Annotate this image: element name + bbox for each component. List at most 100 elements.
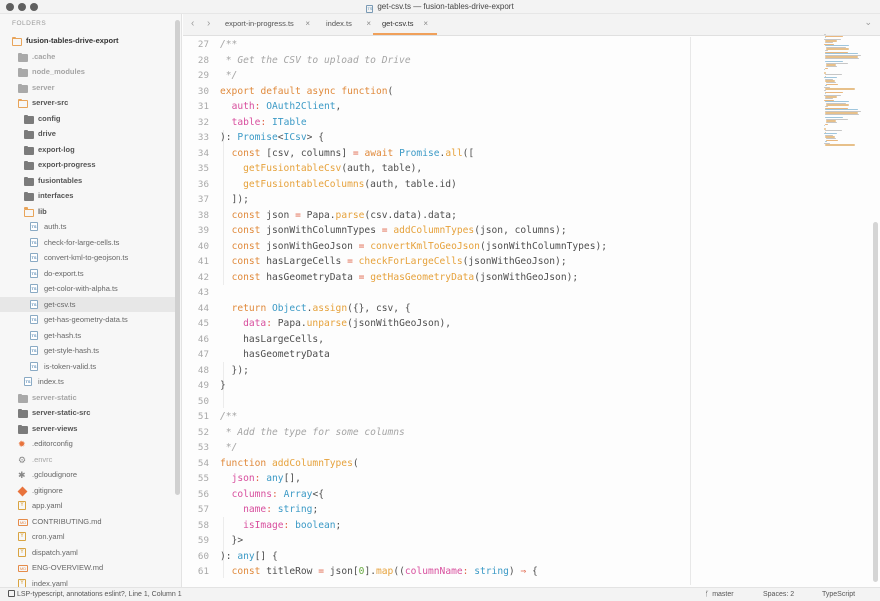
sidebar-file[interactable]: Ydispatch.yaml <box>0 545 175 561</box>
status-branch[interactable]: ᚶ master <box>705 588 734 601</box>
status-syntax[interactable]: TypeScript <box>822 588 855 601</box>
code-line[interactable]: }> <box>220 533 244 549</box>
sidebar-file[interactable]: TS get-has-geometry-data.ts <box>0 312 175 328</box>
sidebar-file[interactable]: MD CONTRIBUTING.md <box>0 514 175 530</box>
sidebar-item-label: convert-kml-to-geojson.ts <box>44 253 129 262</box>
sidebar-file[interactable]: Yapp.yaml <box>0 498 175 514</box>
sidebar-file[interactable]: Ycron.yaml <box>0 529 175 545</box>
code-token: * Get the CSV to upload to Drive <box>220 54 411 66</box>
sidebar-file[interactable]: ⚙ .envrc <box>0 452 175 468</box>
code-line[interactable]: export default async function( <box>220 84 393 100</box>
sidebar-folder[interactable]: server-static <box>0 390 175 406</box>
code-line[interactable]: const [csv, columns] = await Promise.all… <box>220 146 475 162</box>
sidebar-folder[interactable]: node_modules <box>0 64 175 80</box>
sidebar-folder[interactable]: server-static-src <box>0 405 175 421</box>
sidebar-folder[interactable]: fusion-tables-drive-export <box>0 33 175 49</box>
sidebar-folder[interactable]: interfaces <box>0 188 175 204</box>
code-line[interactable]: const titleRow = json[0].map((columnName… <box>220 564 538 580</box>
sidebar-folder[interactable]: lib <box>0 204 175 220</box>
sidebar-file[interactable]: Yindex.yaml <box>0 576 175 587</box>
typescript-file-icon: TS <box>30 268 38 278</box>
minimap-line <box>825 123 828 125</box>
minimap[interactable] <box>824 34 862 146</box>
code-line[interactable]: name: string; <box>220 502 318 518</box>
sidebar-file[interactable]: MD ENG-OVERVIEW.md <box>0 560 175 576</box>
code-line[interactable]: json: any[], <box>220 471 301 487</box>
status-indentation[interactable]: Spaces: 2 <box>763 588 794 601</box>
code-line[interactable]: const hasGeometryData = getHasGeometryDa… <box>220 270 579 286</box>
chevron-down-icon[interactable]: ⌄ <box>864 17 872 28</box>
code-line[interactable]: * Add the type for some columns <box>220 425 405 441</box>
code-line[interactable]: const hasLargeCells = checkForLargeCells… <box>220 254 567 270</box>
code-line[interactable]: const jsonWithColumnTypes = addColumnTyp… <box>220 223 567 239</box>
code-line[interactable]: hasGeometryData <box>220 347 330 363</box>
sidebar-file[interactable]: .gitignore <box>0 483 175 499</box>
code-line[interactable]: table: ITable <box>220 115 307 131</box>
sidebar-folder[interactable]: drive <box>0 126 175 142</box>
code-line[interactable]: */ <box>220 68 238 84</box>
code-line[interactable]: ): Promise<ICsv> { <box>220 130 324 146</box>
chevron-left-icon[interactable]: ‹ <box>191 18 194 29</box>
code-line[interactable]: return Object.assign({}, csv, { <box>220 301 411 317</box>
sidebar-file[interactable]: TS convert-kml-to-geojson.ts <box>0 250 175 266</box>
sidebar-file[interactable]: TS auth.ts <box>0 219 175 235</box>
close-icon[interactable]: × <box>366 14 371 33</box>
code-line[interactable]: hasLargeCells, <box>220 332 324 348</box>
code-line[interactable]: auth: OAuth2Client, <box>220 99 342 115</box>
chevron-right-icon[interactable]: › <box>207 18 210 29</box>
tab-get-csv[interactable]: get-csv.ts × <box>373 14 437 35</box>
line-number: 42 <box>197 271 209 283</box>
code-token: ; <box>335 519 342 531</box>
sidebar-file[interactable]: TS do-export.ts <box>0 266 175 282</box>
code-line[interactable]: /** <box>220 409 237 425</box>
code-line[interactable]: columns: Array<{ <box>220 487 324 503</box>
code-line[interactable]: } <box>220 378 226 394</box>
close-icon[interactable]: × <box>423 14 428 33</box>
gear-icon: ⚙ <box>18 454 27 465</box>
tab-export-in-progress[interactable]: export-in-progress.ts × <box>225 14 310 35</box>
code-line[interactable]: ): any[] { <box>220 549 278 565</box>
sidebar-folder[interactable]: fusiontables <box>0 173 175 189</box>
code-line[interactable]: getFusiontableColumns(auth, table.id) <box>220 177 457 193</box>
code-line[interactable]: }); <box>220 363 249 379</box>
code-line[interactable]: */ <box>220 440 238 456</box>
sidebar-folder[interactable]: export-progress <box>0 157 175 173</box>
sidebar-folder[interactable]: export-log <box>0 142 175 158</box>
code-token: , <box>335 101 342 112</box>
tab-bar: ‹ › export-in-progress.ts × index.ts × get… <box>183 14 880 36</box>
code-line[interactable]: function addColumnTypes( <box>220 456 359 472</box>
tab-index[interactable]: index.ts × <box>326 14 371 35</box>
sidebar-folder[interactable]: config <box>0 111 175 127</box>
sidebar-scrollbar[interactable] <box>175 20 180 495</box>
code-line[interactable]: /** <box>220 37 237 53</box>
sidebar-file[interactable]: TS get-hash.ts <box>0 328 175 344</box>
code-line[interactable]: const jsonWithGeoJson = convertKmlToGeoJ… <box>220 239 607 255</box>
close-icon[interactable]: × <box>305 14 310 33</box>
panel-toggle-icon[interactable] <box>8 590 15 597</box>
code-line[interactable]: ]); <box>220 192 249 208</box>
sidebar-header: FOLDERS <box>12 20 47 27</box>
code-line[interactable]: const json = Papa.parse(csv.data).data; <box>220 208 457 224</box>
sidebar-file[interactable]: TS check-for-large-cells.ts <box>0 235 175 251</box>
sidebar-file[interactable]: ✱ .gcloudignore <box>0 467 175 483</box>
code-line[interactable]: isImage: boolean; <box>220 518 341 534</box>
code-token: ITable <box>272 116 307 128</box>
sidebar-folder[interactable]: server <box>0 80 175 96</box>
sidebar-file[interactable]: TS index.ts <box>0 374 175 390</box>
sidebar-file[interactable]: ✹ .editorconfig <box>0 436 175 452</box>
sidebar-file[interactable]: TS get-csv.ts <box>0 296 175 312</box>
code-line[interactable]: * Get the CSV to upload to Drive <box>220 53 411 69</box>
sidebar-file[interactable]: TS is-token-valid.ts <box>0 359 175 375</box>
editor-scrollbar[interactable] <box>873 222 878 582</box>
sidebar-folder[interactable]: .cache <box>0 49 175 65</box>
sidebar-file[interactable]: TS get-style-hash.ts <box>0 343 175 359</box>
code-line[interactable]: data: Papa.unparse(jsonWithGeoJson), <box>220 316 451 332</box>
sidebar-file[interactable]: TS get-color-with-alpha.ts <box>0 281 175 297</box>
line-number: 56 <box>197 488 209 500</box>
sidebar-folder[interactable]: server-views <box>0 421 175 437</box>
minimap-line <box>824 74 843 76</box>
sidebar-item-label: .envrc <box>32 454 53 464</box>
code-line[interactable]: getFusiontableCsv(auth, table), <box>220 161 422 177</box>
sidebar-folder[interactable]: server-src <box>0 95 175 111</box>
